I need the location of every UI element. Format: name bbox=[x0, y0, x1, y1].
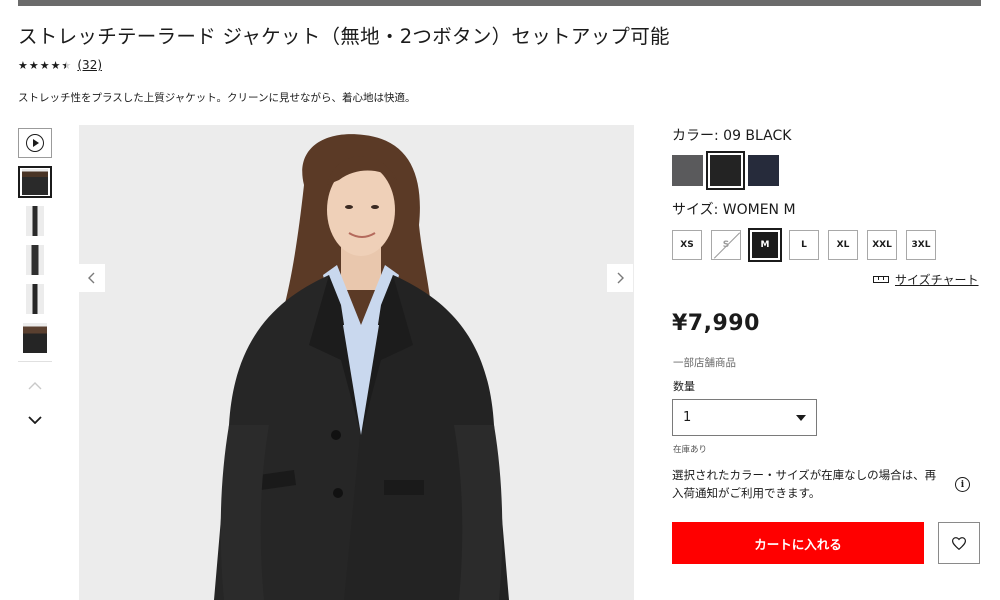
thumbnail-item[interactable] bbox=[18, 205, 52, 237]
color-swatch-navy[interactable] bbox=[748, 155, 779, 186]
size-option-3xl[interactable]: 3XL bbox=[906, 230, 936, 260]
favorite-button[interactable] bbox=[938, 522, 980, 564]
restock-notice: 選択されたカラー・サイズが在庫なしの場合は、再入荷通知がご利用できます。 bbox=[672, 468, 937, 500]
chevron-up-icon bbox=[28, 382, 42, 390]
quantity-value: 1 bbox=[683, 410, 692, 425]
stock-type-label: 一部店舗商品 bbox=[673, 357, 736, 369]
star-icon: ★ bbox=[39, 58, 50, 72]
add-to-cart-button[interactable]: カートに入れる bbox=[672, 522, 924, 564]
size-option-xl[interactable]: XL bbox=[828, 230, 858, 260]
size-chart-label: サイズチャート bbox=[895, 273, 979, 287]
thumbnail-item[interactable] bbox=[18, 283, 52, 315]
rating-stars: ★ ★ ★ ★ ★ bbox=[18, 60, 71, 71]
chevron-right-icon bbox=[617, 272, 624, 284]
play-icon bbox=[26, 134, 44, 152]
chevron-left-icon bbox=[88, 272, 95, 284]
product-price: ¥7,990 bbox=[672, 311, 760, 336]
star-icon: ★ bbox=[50, 58, 61, 72]
size-option-m[interactable]: M bbox=[748, 228, 782, 262]
star-icon: ★ bbox=[18, 58, 28, 72]
size-option-xs[interactable]: XS bbox=[672, 230, 702, 260]
in-stock-label: 在庫あり bbox=[673, 445, 708, 455]
thumbnail-item[interactable] bbox=[18, 166, 52, 198]
image-next-button[interactable] bbox=[607, 264, 633, 292]
info-icon[interactable]: i bbox=[955, 477, 970, 492]
thumbnail-scroll-up-button[interactable] bbox=[18, 376, 52, 396]
thumbnail-list bbox=[18, 128, 54, 430]
thumbnail-divider bbox=[18, 361, 52, 362]
product-rating: ★ ★ ★ ★ ★ (32) bbox=[18, 58, 102, 72]
chevron-down-icon bbox=[28, 416, 42, 424]
size-option-l[interactable]: L bbox=[789, 230, 819, 260]
color-swatches bbox=[672, 151, 779, 190]
size-chart-link[interactable]: サイズチャート bbox=[873, 271, 979, 288]
top-divider-bar bbox=[18, 0, 981, 6]
model-wearing-jacket-image bbox=[79, 125, 634, 600]
product-title: ストレッチテーラード ジャケット（無地・2つボタン）セットアップ可能 bbox=[18, 25, 670, 48]
size-label: サイズ: WOMEN M bbox=[672, 202, 796, 218]
size-option-s[interactable]: S bbox=[711, 230, 741, 260]
thumbnail-item[interactable] bbox=[18, 322, 52, 354]
quantity-label: 数量 bbox=[673, 380, 695, 393]
image-prev-button[interactable] bbox=[79, 264, 105, 292]
color-label: カラー: 09 BLACK bbox=[672, 128, 792, 144]
quantity-select[interactable]: 1 bbox=[672, 399, 817, 436]
color-swatch-gray[interactable] bbox=[672, 155, 703, 186]
thumbnail-item[interactable] bbox=[18, 244, 52, 276]
review-count-link[interactable]: (32) bbox=[77, 58, 102, 72]
star-icon: ★ bbox=[28, 58, 39, 72]
thumbnail-scroll-down-button[interactable] bbox=[18, 410, 52, 430]
caret-down-icon bbox=[796, 414, 806, 421]
half-star-icon: ★ bbox=[62, 60, 72, 71]
product-description: ストレッチ性をプラスした上質ジャケット。クリーンに見せながら、着心地は快適。 bbox=[18, 92, 416, 104]
ruler-icon bbox=[873, 276, 889, 283]
size-options: XS S M L XL XXL 3XL bbox=[672, 228, 936, 262]
heart-icon bbox=[952, 536, 966, 550]
color-swatch-black[interactable] bbox=[706, 151, 745, 190]
main-product-image bbox=[79, 125, 634, 600]
size-option-xxl[interactable]: XXL bbox=[867, 230, 897, 260]
play-video-button[interactable] bbox=[18, 128, 52, 158]
